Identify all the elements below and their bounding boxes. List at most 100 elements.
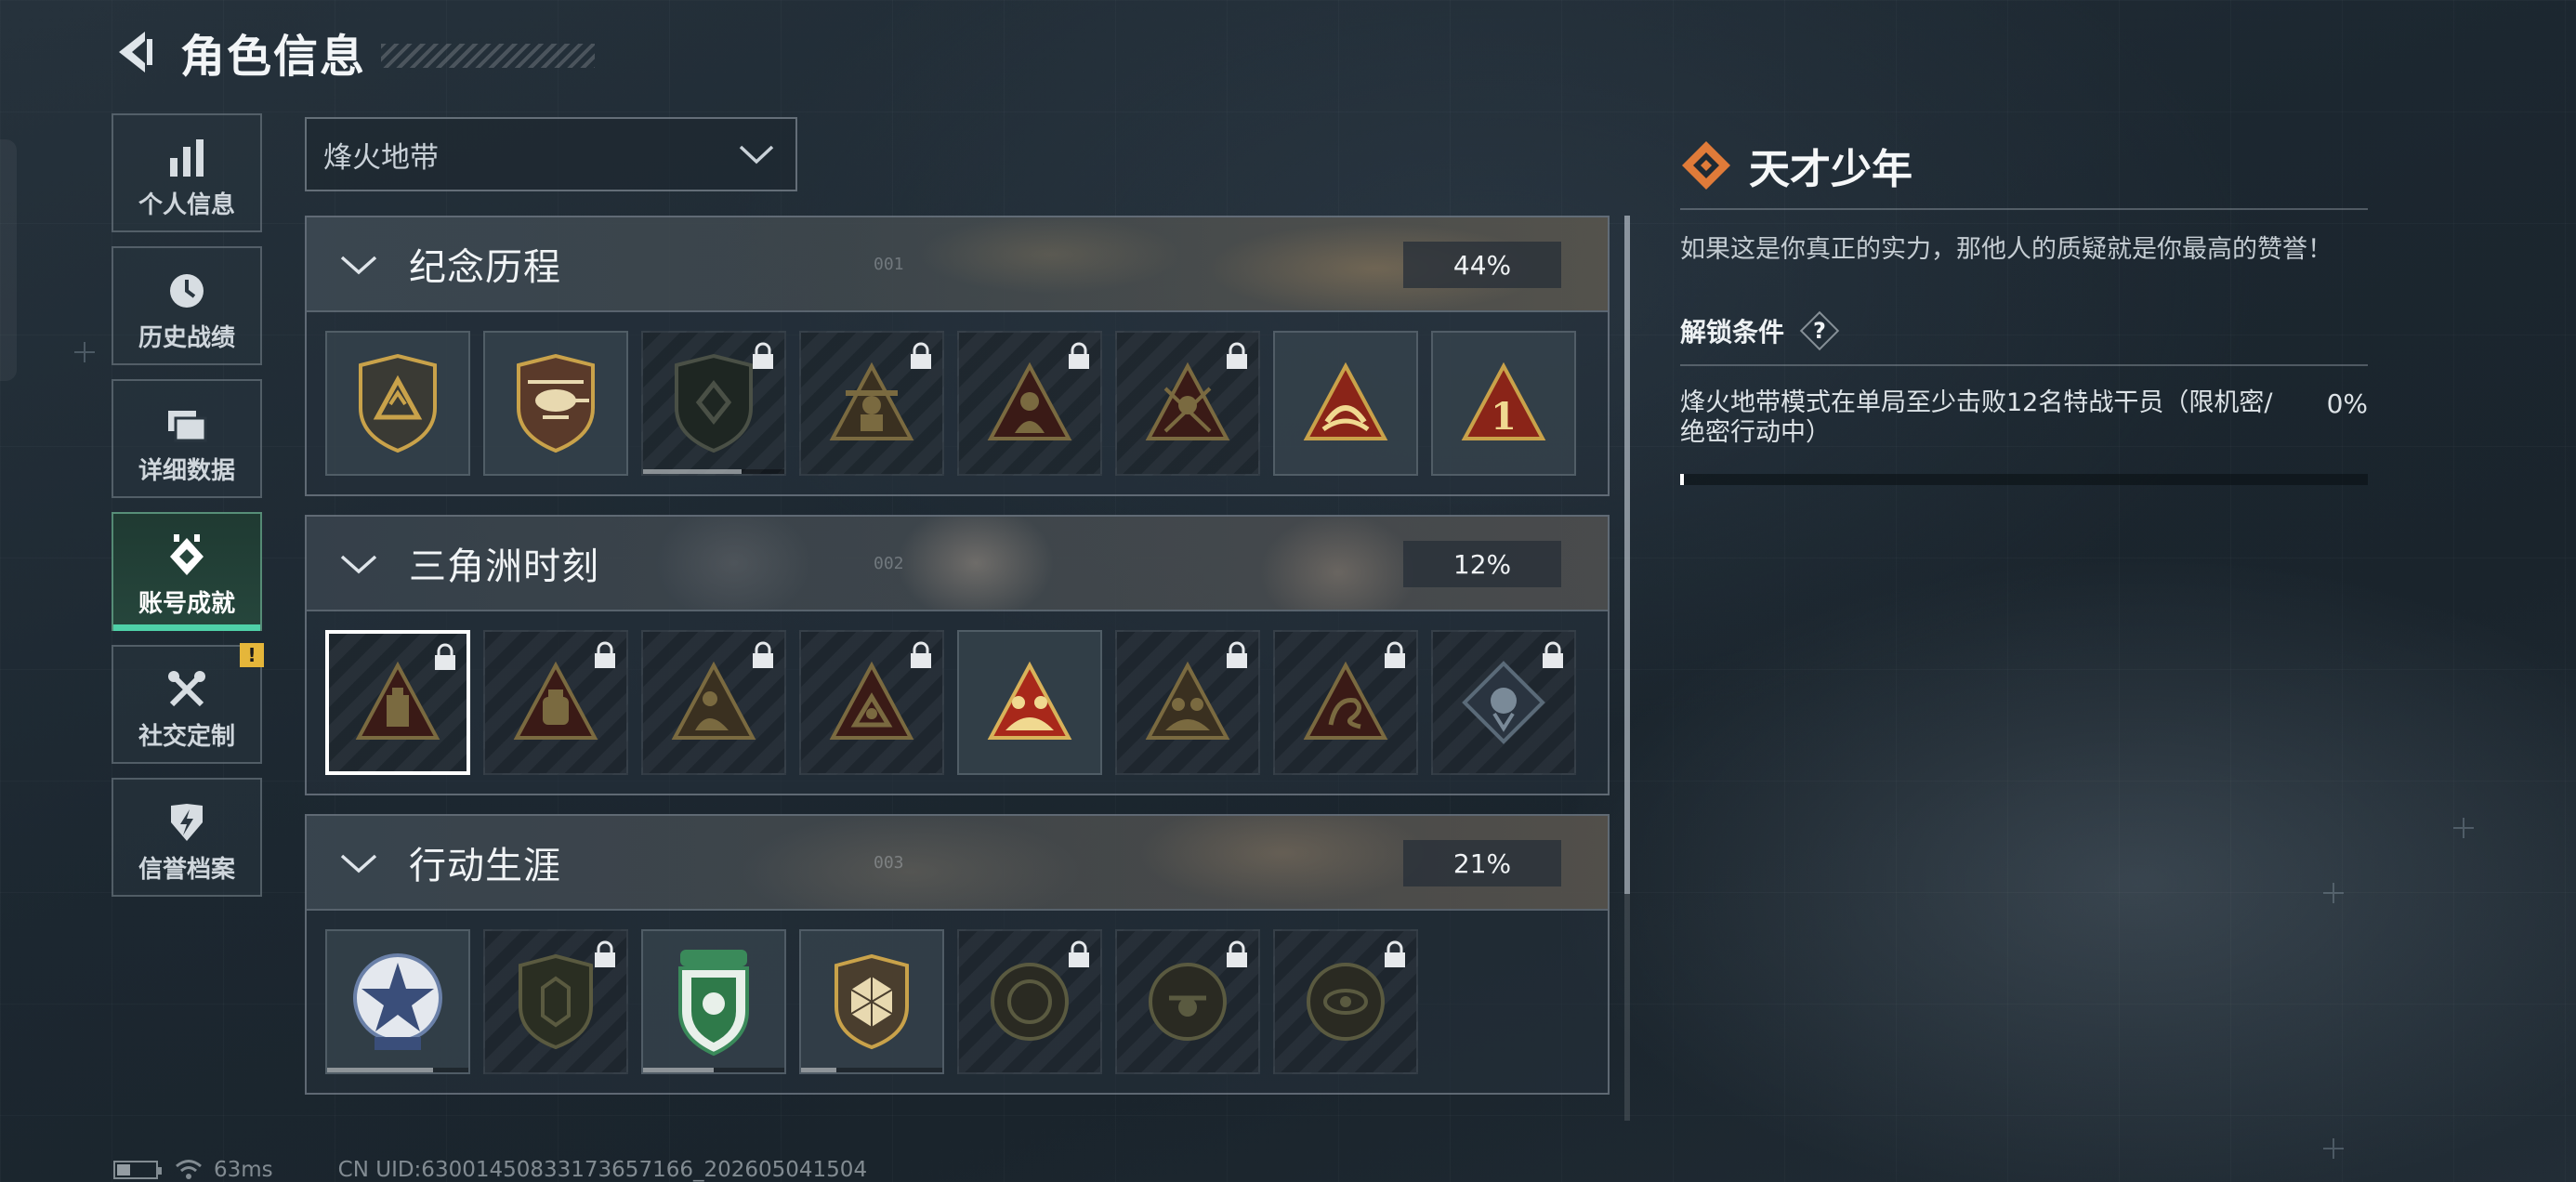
achievement-badge-locked[interactable] bbox=[1431, 630, 1576, 775]
achievement-badge-selected[interactable] bbox=[325, 630, 470, 775]
achievement-diamond-icon bbox=[166, 525, 207, 577]
achievement-detail-panel: 天才少年 如果这是你真正的实力，那他人的质疑就是你最高的赞誉！ 解锁条件 ? 烽… bbox=[1680, 138, 2368, 485]
achievement-badge-locked[interactable] bbox=[799, 630, 944, 775]
achievement-badge[interactable] bbox=[325, 929, 470, 1074]
folder-stack-icon bbox=[166, 392, 207, 444]
achievement-badge-locked[interactable] bbox=[483, 929, 628, 1074]
achievement-description: 如果这是你真正的实力，那他人的质疑就是你最高的赞誉！ bbox=[1680, 235, 2333, 264]
mode-select[interactable]: 烽火地带 bbox=[305, 117, 797, 191]
divider bbox=[1680, 364, 2368, 366]
star-emblem-badge-icon bbox=[353, 953, 442, 1050]
sidebar-item-achievements[interactable]: 账号成就 bbox=[112, 512, 262, 631]
divider bbox=[1680, 208, 2368, 210]
crosshair-mark bbox=[74, 342, 95, 362]
figure-triangle-badge-icon bbox=[671, 661, 756, 740]
category-code: 001 bbox=[874, 254, 904, 274]
sidebar-item-label: 详细数据 bbox=[138, 456, 235, 485]
back-button[interactable] bbox=[110, 26, 162, 78]
achievement-badge-locked[interactable] bbox=[641, 331, 786, 476]
title-decoration bbox=[381, 44, 596, 68]
achievement-badge-locked[interactable] bbox=[1115, 630, 1260, 775]
squad-triangle-badge-icon bbox=[987, 661, 1072, 740]
badge-row: 1 bbox=[307, 312, 1608, 476]
category-progress: 21% bbox=[1403, 840, 1561, 886]
chevron-down-icon bbox=[340, 256, 377, 275]
sidebar-item-personal-info[interactable]: 个人信息 bbox=[112, 113, 262, 232]
unlock-condition-progress: 0% bbox=[2326, 388, 2368, 419]
achievement-badge-locked[interactable] bbox=[1115, 331, 1260, 476]
lock-icon bbox=[1543, 641, 1563, 668]
badge-progress-fill bbox=[801, 1068, 836, 1072]
wave-triangle-badge-icon bbox=[1303, 361, 1388, 440]
category-header[interactable]: 纪念历程 001 44% bbox=[307, 217, 1608, 312]
sidebar-item-label: 社交定制 bbox=[138, 722, 235, 751]
achievement-badge[interactable] bbox=[483, 331, 628, 476]
tools-icon bbox=[166, 658, 207, 710]
badge-row bbox=[307, 911, 1608, 1074]
achievement-badge[interactable] bbox=[799, 929, 944, 1074]
achievement-badge-locked[interactable] bbox=[483, 630, 628, 775]
sidebar-item-label: 信誉档案 bbox=[138, 855, 235, 884]
unlock-condition-label: 解锁条件 bbox=[1680, 317, 1785, 348]
scrollbar-thumb[interactable] bbox=[1624, 216, 1630, 894]
achievement-category: 三角洲时刻 002 12% bbox=[305, 515, 1610, 795]
dragon-triangle-badge-icon bbox=[1303, 661, 1388, 740]
sidebar: 个人信息 历史战绩 详细数据 账号成就 ! 社交定制 信誉档案 bbox=[112, 113, 264, 911]
help-button[interactable]: ? bbox=[1799, 310, 1840, 351]
shield-mountain-badge-icon bbox=[359, 353, 437, 453]
uid-readout: CN UID:63001450833173657166_202605041504 bbox=[337, 1158, 868, 1182]
chevron-down-icon bbox=[739, 145, 774, 164]
achievement-badge-locked[interactable] bbox=[1273, 630, 1418, 775]
lock-icon bbox=[1069, 940, 1089, 967]
eye-medal-badge-icon bbox=[1307, 963, 1385, 1041]
achievement-badge[interactable] bbox=[957, 630, 1102, 775]
category-header[interactable]: 行动生涯 003 21% bbox=[307, 816, 1608, 911]
crosshair-mark bbox=[2323, 883, 2344, 903]
backpack-triangle-badge-icon bbox=[355, 661, 440, 740]
sidebar-item-history[interactable]: 历史战绩 bbox=[112, 246, 262, 365]
history-clock-icon bbox=[166, 259, 207, 311]
category-title: 行动生涯 bbox=[409, 845, 561, 887]
unlock-condition-row: 烽火地带模式在单局至少击败12名特战干员（限机密/绝密行动中） 0% bbox=[1680, 388, 2368, 448]
sniper-medal-badge-icon bbox=[1149, 963, 1227, 1041]
lock-icon bbox=[1385, 940, 1405, 967]
achievement-badge[interactable]: 1 bbox=[1431, 331, 1576, 476]
achievement-badge[interactable] bbox=[1273, 331, 1418, 476]
achievement-rank-icon bbox=[1682, 141, 1730, 190]
category-title: 纪念历程 bbox=[409, 246, 561, 289]
unlock-condition-header: 解锁条件 ? bbox=[1680, 310, 2368, 351]
sidebar-item-label: 历史战绩 bbox=[138, 323, 235, 352]
sidebar-item-detailed-data[interactable]: 详细数据 bbox=[112, 379, 262, 498]
achievement-badge-locked[interactable] bbox=[957, 331, 1102, 476]
sidebar-item-credit-file[interactable]: 信誉档案 bbox=[112, 778, 262, 897]
achievement-badge-locked[interactable] bbox=[1273, 929, 1418, 1074]
round-medal-badge-icon bbox=[991, 963, 1069, 1041]
lock-icon bbox=[435, 643, 455, 670]
green-shield-badge-icon bbox=[678, 950, 749, 1057]
helicopter-badge-icon bbox=[517, 353, 595, 453]
crossed-swords-triangle-badge-icon bbox=[1145, 361, 1230, 440]
chevron-down-icon bbox=[340, 854, 377, 873]
unlock-progress-bar bbox=[1680, 474, 2368, 485]
hands-triangle-badge-icon bbox=[829, 661, 914, 740]
lock-icon bbox=[1069, 342, 1089, 369]
category-title: 三角洲时刻 bbox=[409, 545, 599, 588]
unlock-progress-fill bbox=[1680, 474, 1684, 485]
lock-icon bbox=[1227, 940, 1247, 967]
dice-shield-badge-icon bbox=[835, 953, 909, 1050]
achievement-badge[interactable] bbox=[641, 929, 786, 1074]
edge-handle bbox=[0, 139, 17, 381]
achievement-badge-locked[interactable] bbox=[641, 630, 786, 775]
soldier-triangle-badge-icon bbox=[829, 361, 914, 440]
category-code: 002 bbox=[874, 553, 904, 573]
achievement-category: 纪念历程 001 44% 1 bbox=[305, 216, 1610, 496]
hand-shield-badge-icon bbox=[519, 953, 593, 1050]
achievement-badge[interactable] bbox=[325, 331, 470, 476]
achievement-category: 行动生涯 003 21% bbox=[305, 814, 1610, 1095]
achievement-badge-locked[interactable] bbox=[957, 929, 1102, 1074]
achievement-badge-locked[interactable] bbox=[799, 331, 944, 476]
sidebar-item-social-custom[interactable]: ! 社交定制 bbox=[112, 643, 264, 764]
lock-icon bbox=[753, 641, 773, 668]
achievement-badge-locked[interactable] bbox=[1115, 929, 1260, 1074]
category-header[interactable]: 三角洲时刻 002 12% bbox=[307, 517, 1608, 611]
